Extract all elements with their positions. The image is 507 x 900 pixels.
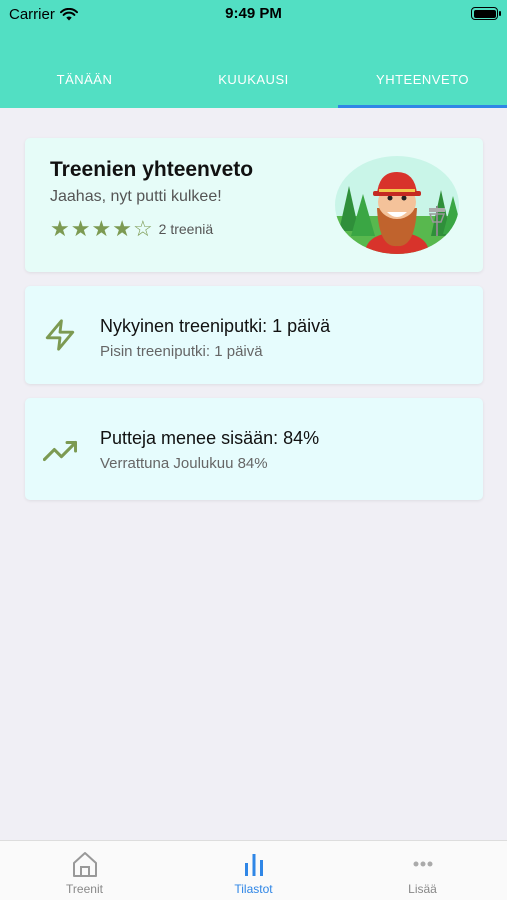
longest-streak-text: Pisin treeniputki: 1 päivä (100, 343, 263, 360)
nav-treenit[interactable]: Treenit (0, 841, 169, 900)
app-header: Carrier 9:49 PM TÄNÄÄN KUUKAUSI YHTEENVE… (0, 0, 507, 108)
session-count: 2 treeniä (158, 221, 214, 237)
battery-icon (471, 7, 501, 20)
current-streak-text: Nykyinen treeniputki: 1 päivä (100, 316, 331, 336)
star-filled-icon: ★ (91, 216, 112, 241)
tab-bar: TÄNÄÄN KUUKAUSI YHTEENVETO (0, 62, 507, 108)
tab-summary[interactable]: YHTEENVETO (338, 62, 507, 108)
putts-card: Putteja menee sisään: 84% Verrattuna Jou… (25, 398, 483, 500)
status-bar: Carrier 9:49 PM (0, 0, 507, 30)
star-filled-icon: ★ (112, 216, 132, 241)
summary-subtitle: Jaahas, nyt putti kulkee! (50, 188, 222, 205)
star-filled-icon: ★ (70, 216, 91, 241)
star-filled-icon: ★ (50, 216, 70, 241)
rating: ★ ★ ★ ★ ☆ 2 treeniä (50, 218, 213, 240)
bar-chart-icon (244, 854, 263, 876)
tab-month[interactable]: KUUKAUSI (169, 62, 338, 108)
nav-tilastot[interactable]: Tilastot (169, 841, 338, 900)
lightning-icon (45, 319, 75, 351)
nav-treenit-label: Treenit (66, 882, 103, 896)
putts-in-text: Putteja menee sisään: 84% (100, 428, 320, 448)
tab-today[interactable]: TÄNÄÄN (0, 62, 169, 108)
nav-tilastot-label: Tilastot (234, 882, 273, 896)
summary-title: Treenien yhteenveto (50, 158, 254, 181)
nav-lisaa[interactable]: Lisää (338, 841, 507, 900)
home-icon (72, 852, 97, 877)
clock: 9:49 PM (225, 5, 282, 22)
mascot-avatar (335, 156, 459, 254)
more-icon (413, 861, 432, 867)
star-rating: ★ ★ ★ ★ ☆ (50, 218, 153, 240)
summary-card: Treenien yhteenveto Jaahas, nyt putti ku… (25, 138, 483, 272)
nav-lisaa-label: Lisää (408, 882, 437, 896)
trending-up-icon (43, 440, 77, 462)
bottom-tab-bar: Treenit Tilastot Lisää (0, 840, 507, 900)
streak-card: Nykyinen treeniputki: 1 päivä Pisin tree… (25, 286, 483, 384)
star-empty-icon: ☆ (132, 216, 153, 241)
putts-comparison-text: Verrattuna Joulukuu 84% (100, 455, 268, 472)
